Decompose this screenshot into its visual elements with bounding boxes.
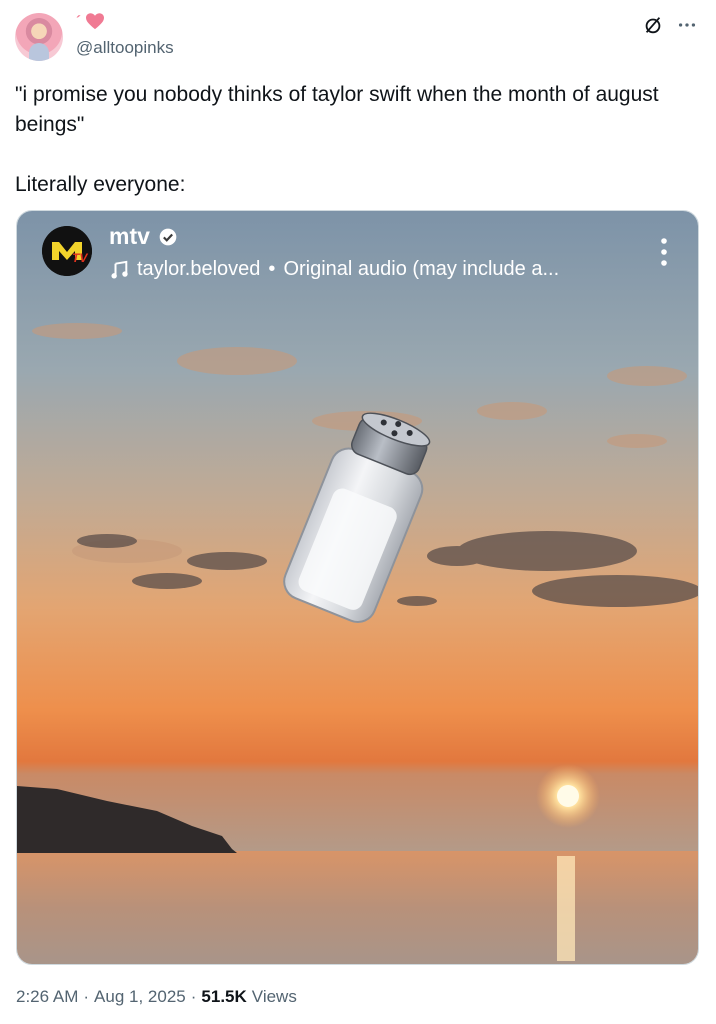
header-actions xyxy=(642,14,698,36)
reel-audio-row[interactable]: taylor.beloved • Original audio (may inc… xyxy=(111,258,559,281)
slashed-circle-icon[interactable] xyxy=(642,14,664,36)
reel-account-name[interactable]: mtv xyxy=(109,223,150,250)
meta-separator: · xyxy=(190,987,197,1006)
media-video[interactable]: TV mtv taylor.beloved • Original audio (… xyxy=(16,210,699,965)
tweet-date[interactable]: Aug 1, 2025 xyxy=(94,987,186,1007)
mtv-logo-icon[interactable]: TV xyxy=(42,226,92,276)
svg-text:TV: TV xyxy=(72,251,88,265)
tweet-text-caption: Literally everyone: xyxy=(15,173,186,196)
author-name-row[interactable]: ´ xyxy=(76,12,105,30)
more-dots-icon[interactable] xyxy=(676,14,698,36)
verified-badge-icon xyxy=(159,228,177,245)
reel-audio-separator: • xyxy=(268,258,276,280)
views-count[interactable]: 51.5K xyxy=(201,987,246,1007)
reel-audio-user[interactable]: taylor.beloved xyxy=(137,258,260,281)
tweet-time[interactable]: 2:26 AM xyxy=(16,987,78,1007)
sunset-image xyxy=(17,211,698,964)
author-handle[interactable]: @alltoopinks xyxy=(76,38,174,58)
vertical-dots-icon[interactable] xyxy=(660,237,668,267)
reel-header: TV mtv taylor.beloved • Original audio (… xyxy=(17,211,698,301)
tweet-text: "i promise you nobody thinks of taylor s… xyxy=(15,80,695,200)
reel-audio-description[interactable]: Original audio (may include a... xyxy=(283,258,559,281)
author-display-name[interactable]: ´ xyxy=(76,13,81,30)
views-label[interactable]: Views xyxy=(252,987,297,1007)
meta-separator: · xyxy=(83,987,90,1006)
music-note-icon xyxy=(111,260,128,279)
tweet-text-quote: "i promise you nobody thinks of taylor s… xyxy=(15,83,659,136)
reel-account-row[interactable]: mtv xyxy=(109,223,178,250)
avatar[interactable] xyxy=(15,13,63,61)
tweet-meta: 2:26 AM · Aug 1, 2025 · 51.5K Views xyxy=(16,987,297,1007)
heart-icon xyxy=(86,13,104,30)
